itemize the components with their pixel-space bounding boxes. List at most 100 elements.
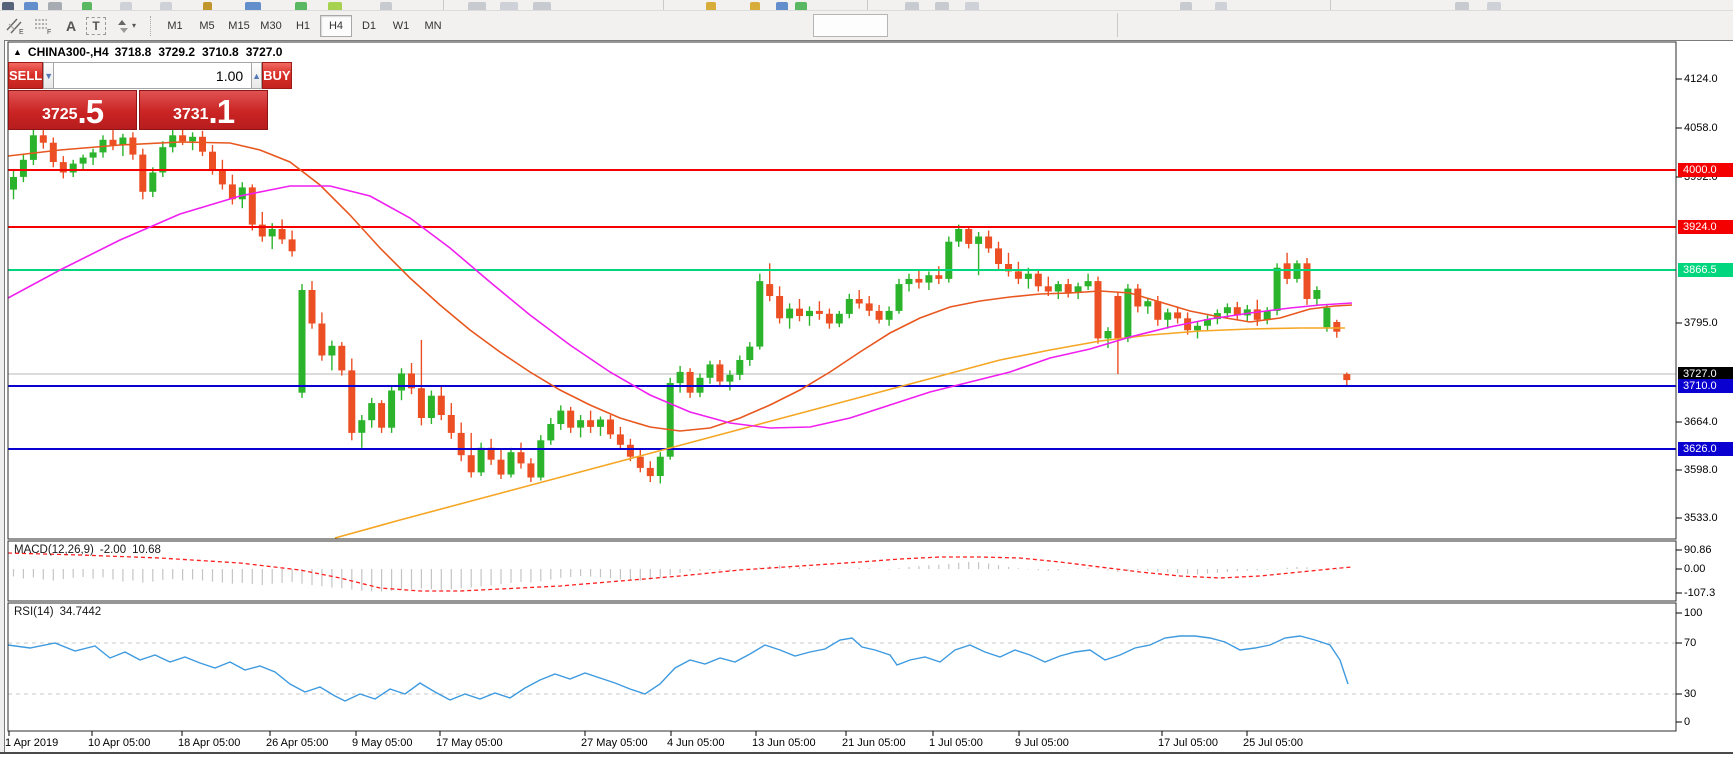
candle-body [1134, 289, 1141, 307]
rsi-axis-tick: 100 [1684, 607, 1702, 619]
candle-body [209, 152, 216, 170]
candle-body [826, 314, 833, 324]
candle-body [906, 279, 913, 284]
candle-body [90, 152, 97, 157]
candle-body [378, 403, 385, 428]
rsi-axis-tick: 30 [1684, 688, 1696, 700]
time-axis-label: 17 May 05:00 [436, 737, 503, 749]
candle-body [567, 411, 574, 428]
candle-body [945, 242, 952, 279]
candle-body [1313, 290, 1320, 299]
candle-body [876, 311, 883, 320]
candle-body [328, 346, 335, 356]
candle-body [627, 445, 634, 457]
time-axis-label: 4 Jun 05:00 [667, 737, 725, 749]
candle-body [1055, 284, 1062, 291]
candle-body [1294, 263, 1301, 279]
candle-body [10, 177, 17, 190]
rsi-panel-content [8, 636, 1676, 701]
candle-body [468, 455, 475, 472]
bottom-panel-edge [0, 752, 1733, 760]
time-axis-label: 10 Apr 05:00 [88, 737, 150, 749]
candle-body [985, 237, 992, 249]
candle-body [955, 229, 962, 242]
quote-low: 3710.8 [202, 45, 239, 59]
time-axis-label: 13 Jun 05:00 [752, 737, 816, 749]
macd-axis-tick: 0.00 [1684, 563, 1705, 575]
buy-price-frac: .1 [209, 95, 235, 128]
candle-body [338, 346, 345, 371]
triangle-down-icon: ▼ [44, 71, 53, 81]
candle-body [1105, 331, 1112, 338]
candle-body [756, 281, 763, 347]
candle-body [448, 415, 455, 433]
candle-body [786, 309, 793, 319]
price-line-badge: 3626.0 [1678, 442, 1733, 456]
candle-body [418, 388, 425, 418]
rsi-label: RSI(14) 34.7442 [14, 606, 101, 618]
buy-button[interactable]: BUY [262, 62, 291, 89]
candle-body [557, 411, 564, 424]
ma-line-gold [335, 328, 1345, 538]
candle-body [438, 396, 445, 415]
macd-axis-tick: -107.3 [1684, 587, 1715, 599]
candle-body [617, 434, 624, 444]
sell-price-frac: .5 [78, 95, 104, 128]
candle-body [677, 372, 684, 383]
candle-body [169, 135, 176, 147]
macd-main-value: -2.00 [100, 544, 126, 556]
candle-body [1114, 296, 1121, 338]
candle-body [1015, 271, 1022, 278]
candle-body [1124, 289, 1131, 339]
triangle-up-icon: ▲ [252, 71, 261, 81]
quote-close: 3727.0 [246, 45, 283, 59]
candle-body [1095, 281, 1102, 338]
candle-body [1025, 274, 1032, 279]
candle-body [1274, 268, 1281, 311]
quote-high: 3729.2 [158, 45, 195, 59]
price-axis-tick: 4124.0 [1684, 73, 1718, 85]
buy-price-panel[interactable]: 3731.1 [139, 90, 268, 130]
candle-body [647, 468, 654, 476]
candle-body [1254, 309, 1261, 319]
one-click-trade-panel: SELL ▼ ▲ BUY 3725.5 3731.1 [8, 62, 268, 130]
rsi-value: 34.7442 [60, 606, 102, 618]
candle-body [1264, 311, 1271, 320]
macd-axis-tick: 90.86 [1684, 544, 1712, 556]
candle-body [935, 275, 942, 279]
time-axis-label: 1 Jul 05:00 [929, 737, 983, 749]
candle-body [866, 303, 873, 310]
sell-price-panel[interactable]: 3725.5 [8, 90, 137, 130]
candle-body [995, 248, 1002, 264]
sell-button[interactable]: SELL [8, 62, 43, 89]
candles [10, 128, 1350, 484]
candle-body [1224, 307, 1231, 313]
candle-body [597, 420, 604, 427]
macd-panel-border [8, 541, 1676, 601]
candle-body [80, 158, 87, 164]
candle-body [796, 309, 803, 316]
sell-price-main: 3725 [42, 102, 78, 128]
candle-body [856, 299, 863, 304]
candle-body [129, 138, 136, 155]
candle-body [896, 284, 903, 311]
volume-input[interactable] [54, 62, 251, 89]
candle-body [1174, 312, 1181, 318]
macd-signal-value: 10.68 [132, 544, 161, 556]
rsi-axis-tick: 0 [1684, 716, 1690, 728]
candle-body [279, 229, 286, 239]
candle-body [1154, 301, 1161, 320]
candle-body [70, 164, 77, 173]
candle-body [657, 457, 664, 476]
price-axis-tick: 3533.0 [1684, 512, 1718, 524]
volume-decrease-button[interactable]: ▼ [43, 62, 54, 89]
price-line-badge: 4000.0 [1678, 163, 1733, 177]
candle-body [1045, 286, 1052, 291]
candle-body [736, 360, 743, 375]
candle-body [478, 448, 485, 473]
collapse-trade-panel-icon[interactable]: ▲ [13, 47, 22, 57]
candle-body [577, 420, 584, 427]
rsi-line [8, 636, 1348, 701]
candle-body [20, 160, 27, 177]
volume-increase-button[interactable]: ▲ [251, 62, 262, 89]
